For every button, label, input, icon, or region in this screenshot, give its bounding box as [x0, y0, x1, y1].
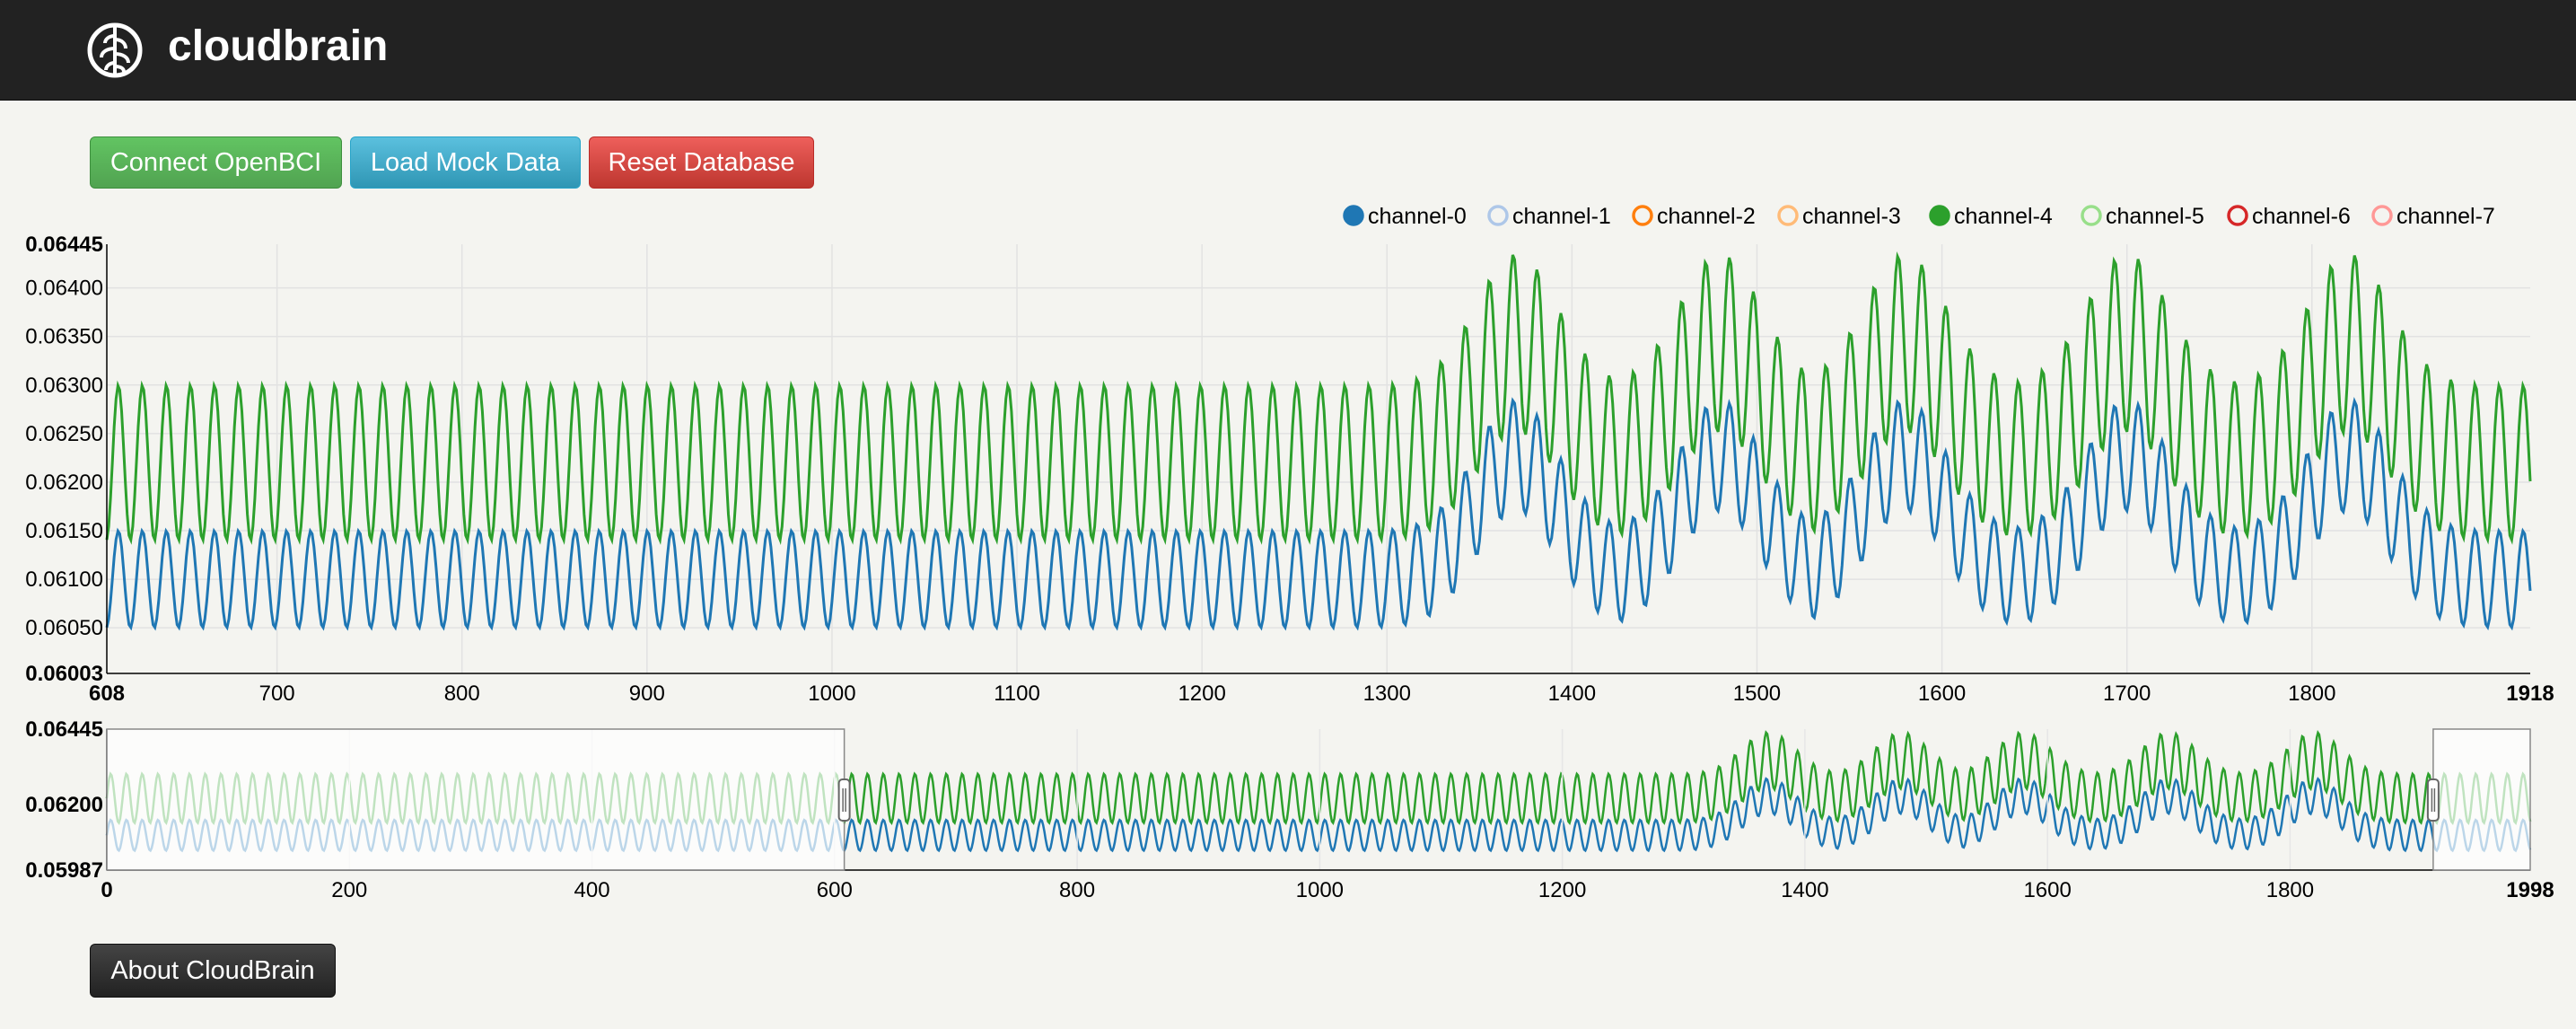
legend-label[interactable]: channel-1	[1512, 204, 1611, 229]
y-tick-label: 0.06445	[25, 233, 103, 257]
legend-item-channel-3[interactable]: channel-3	[1777, 204, 1901, 229]
x-tick-label: 800	[444, 682, 480, 706]
context-y-tick-label: 0.06200	[25, 793, 103, 817]
legend-dot[interactable]	[1343, 205, 1364, 226]
y-tick-label: 0.06200	[25, 471, 103, 495]
y-tick-label: 0.06350	[25, 325, 103, 349]
x-tick-label: 1600	[1918, 682, 1966, 706]
legend-label[interactable]: channel-3	[1802, 204, 1901, 229]
brush-handle-left[interactable]	[837, 778, 851, 822]
y-tick-label: 0.06150	[25, 519, 103, 543]
legend-dot[interactable]	[1632, 205, 1653, 226]
legend-dot[interactable]	[2371, 205, 2393, 226]
legend-item-channel-6[interactable]: channel-6	[2227, 204, 2351, 229]
legend-item-channel-1[interactable]: channel-1	[1487, 204, 1611, 229]
y-tick-label: 0.06400	[25, 277, 103, 301]
legend-item-channel-5[interactable]: channel-5	[2081, 204, 2204, 229]
legend-label[interactable]: channel-4	[1954, 204, 2053, 229]
eeg-chart: 608 700 800 900 1000 1100 1200 1300 1400 1500 1600…	[25, 204, 2554, 902]
x-tick-label: 900	[629, 682, 665, 706]
context-x-tick-label: 1998	[2506, 878, 2554, 902]
context-mask-left[interactable]	[106, 728, 846, 871]
legend-label[interactable]: channel-7	[2396, 204, 2495, 229]
x-tick-label: 1000	[808, 682, 855, 706]
legend-dot[interactable]	[1487, 205, 1509, 226]
legend-item-channel-0[interactable]: channel-0	[1343, 204, 1467, 229]
legend-label[interactable]: channel-6	[2252, 204, 2351, 229]
x-tick-label: 1100	[994, 682, 1040, 706]
x-tick-label: 1400	[1548, 682, 1596, 706]
legend-dot[interactable]	[2081, 205, 2102, 226]
y-tick-label: 0.06250	[25, 422, 103, 446]
legend-dot[interactable]	[2227, 205, 2248, 226]
legend-item-channel-4[interactable]: channel-4	[1929, 204, 2053, 229]
context-x-tick-label: 1600	[2023, 878, 2071, 902]
brush-handle-right[interactable]	[2426, 778, 2440, 822]
context-y-tick-label: 0.06445	[25, 717, 103, 742]
y-tick-label: 0.06003	[25, 662, 103, 686]
context-x-tick-label: 1800	[2266, 878, 2314, 902]
x-tick-label: 1700	[2103, 682, 2151, 706]
x-tick-label: 1918	[2506, 682, 2554, 706]
context-x-tick-label: 800	[1059, 878, 1095, 902]
x-tick-label: 1500	[1733, 682, 1781, 706]
legend-dot[interactable]	[1929, 205, 1950, 226]
context-x-tick-label: 1200	[1538, 878, 1586, 902]
legend: channel-0 channel-1 channel-2 channel-3 chan…	[1343, 204, 2495, 229]
x-tick-label: 1300	[1363, 682, 1411, 706]
about-cloudbrain-button[interactable]: About CloudBrain	[90, 944, 336, 998]
y-tick-label: 0.06050	[25, 616, 103, 640]
focus-lines	[105, 251, 2532, 631]
y-tick-label: 0.06300	[25, 374, 103, 398]
legend-label[interactable]: channel-5	[2106, 204, 2204, 229]
legend-label[interactable]: channel-2	[1657, 204, 1756, 229]
context-x-tick-label: 1000	[1296, 878, 1344, 902]
legend-label[interactable]: channel-0	[1368, 204, 1467, 229]
context-x-tick-label: 400	[574, 878, 610, 902]
context-x-tick-label: 1400	[1781, 878, 1828, 902]
x-tick-label: 1800	[2288, 682, 2335, 706]
context-y-tick-label: 0.05987	[25, 858, 103, 883]
context-x-tick-label: 200	[331, 878, 367, 902]
legend-item-channel-7[interactable]: channel-7	[2371, 204, 2495, 229]
y-tick-label: 0.06100	[25, 567, 103, 592]
legend-item-channel-2[interactable]: channel-2	[1632, 204, 1756, 229]
context-mask-right[interactable]	[2432, 728, 2531, 871]
context-x-tick-label: 600	[817, 878, 853, 902]
x-tick-label: 1200	[1178, 682, 1225, 706]
legend-dot[interactable]	[1777, 205, 1799, 226]
x-tick-label: 700	[259, 682, 295, 706]
